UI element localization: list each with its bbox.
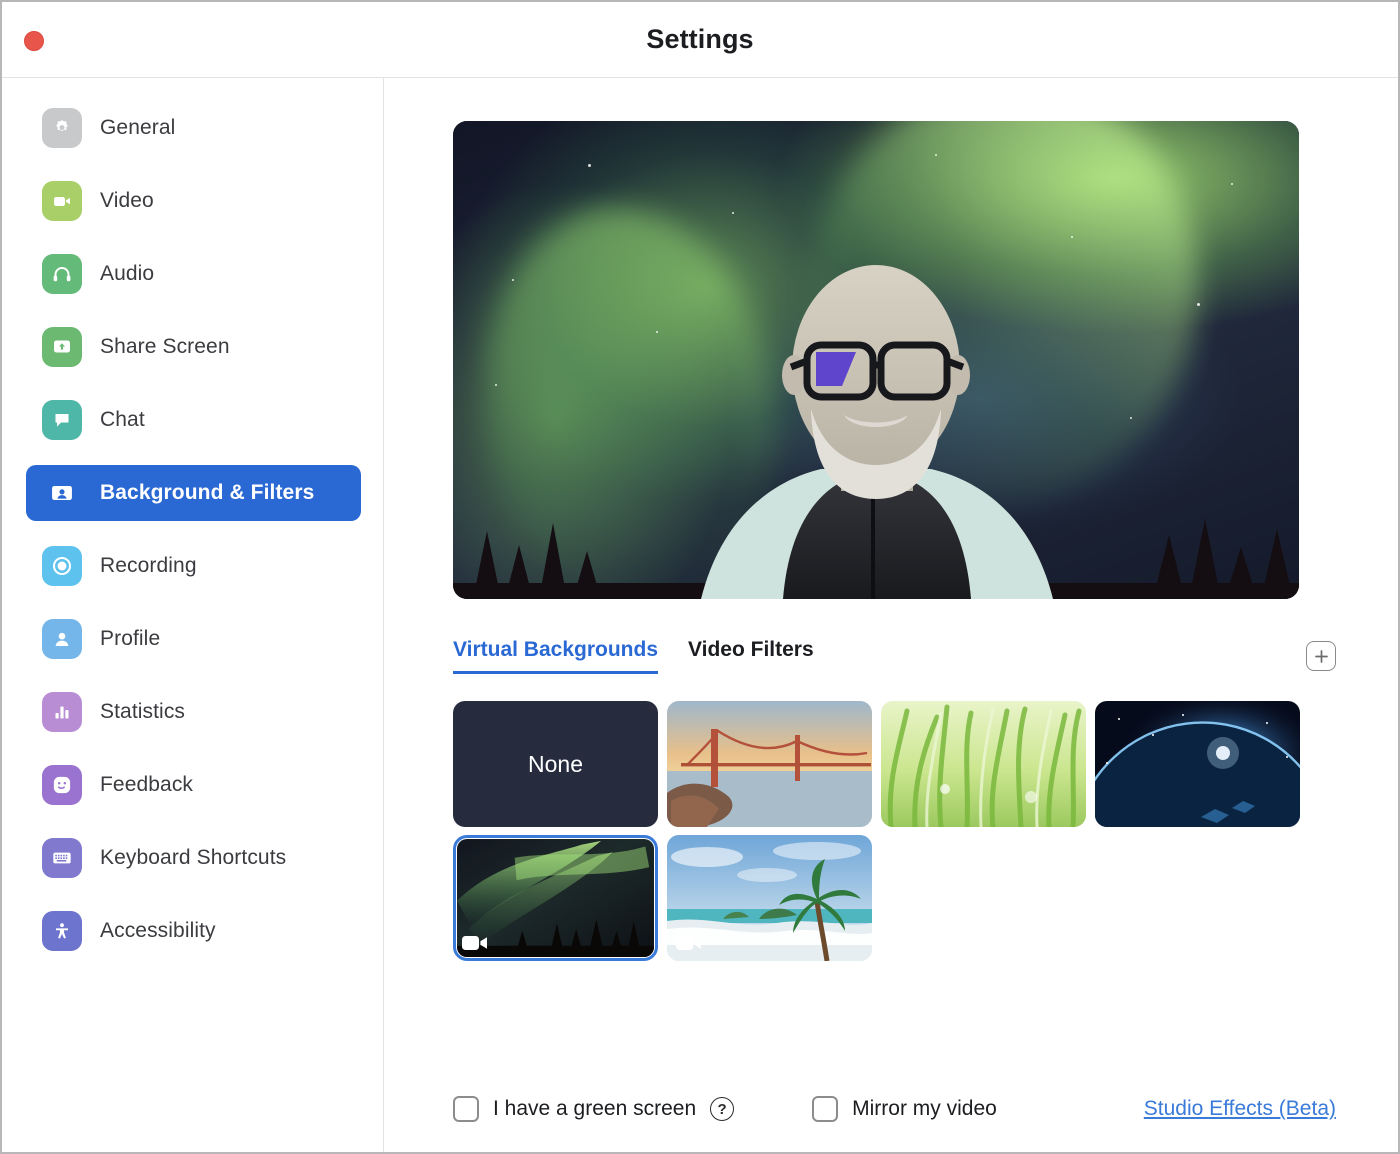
sidebar-item-profile[interactable]: Profile bbox=[26, 611, 361, 667]
record-circle-icon bbox=[42, 546, 82, 586]
sidebar-item-label: Feedback bbox=[100, 773, 194, 796]
background-thumbnail-tropical-beach[interactable] bbox=[667, 835, 872, 961]
sidebar-item-accessibility[interactable]: Accessibility bbox=[26, 903, 361, 959]
sidebar-item-chat[interactable]: Chat bbox=[26, 392, 361, 448]
share-screen-icon bbox=[42, 327, 82, 367]
add-background-button[interactable] bbox=[1306, 641, 1336, 671]
green-screen-option[interactable]: I have a green screen ? bbox=[453, 1096, 735, 1122]
sidebar-item-label: Audio bbox=[100, 262, 155, 285]
gear-icon bbox=[42, 108, 82, 148]
keyboard-icon bbox=[42, 838, 82, 878]
sidebar-item-feedback[interactable]: Feedback bbox=[26, 757, 361, 813]
sidebar-item-video[interactable]: Video bbox=[26, 173, 361, 229]
background-tabs: Virtual Backgrounds Video Filters bbox=[384, 638, 1398, 674]
background-thumbnail-label: None bbox=[528, 750, 583, 777]
earth-from-space-image bbox=[1095, 701, 1300, 827]
video-background-badge-icon bbox=[676, 934, 702, 952]
sidebar-item-keyboard-shortcuts[interactable]: Keyboard Shortcuts bbox=[26, 830, 361, 886]
sidebar-item-label: General bbox=[100, 116, 176, 139]
settings-window: Settings General Video Audio Share Scree… bbox=[0, 0, 1400, 1154]
studio-effects-link[interactable]: Studio Effects (Beta) bbox=[1144, 1097, 1336, 1121]
sidebar-item-label: Keyboard Shortcuts bbox=[100, 846, 287, 869]
title-bar: Settings bbox=[2, 2, 1398, 78]
help-icon[interactable]: ? bbox=[710, 1097, 735, 1121]
sidebar-item-recording[interactable]: Recording bbox=[26, 538, 361, 594]
smiley-face-icon bbox=[42, 765, 82, 805]
sidebar-item-general[interactable]: General bbox=[26, 100, 361, 156]
background-thumbnail-grass[interactable] bbox=[881, 701, 1086, 827]
sidebar-item-label: Background & Filters bbox=[100, 481, 315, 504]
person-card-icon bbox=[42, 473, 82, 513]
mirror-video-label: Mirror my video bbox=[852, 1097, 997, 1120]
sidebar-item-label: Recording bbox=[100, 554, 197, 577]
bar-chart-icon bbox=[42, 692, 82, 732]
mirror-video-option[interactable]: Mirror my video bbox=[812, 1096, 997, 1122]
sidebar-item-statistics[interactable]: Statistics bbox=[26, 684, 361, 740]
video-background-badge-icon bbox=[462, 934, 488, 952]
sidebar-item-share-screen[interactable]: Share Screen bbox=[26, 319, 361, 375]
page-title: Settings bbox=[646, 24, 754, 54]
background-filters-panel: Virtual Backgrounds Video Filters None I… bbox=[384, 78, 1398, 1152]
video-camera-icon bbox=[42, 181, 82, 221]
person-video-feed bbox=[701, 265, 1053, 599]
settings-sidebar: General Video Audio Share Screen Chat Ba… bbox=[2, 78, 384, 1152]
tab-video-filters[interactable]: Video Filters bbox=[688, 638, 814, 674]
sidebar-item-label: Accessibility bbox=[100, 919, 216, 942]
background-thumbnail-none[interactable]: None bbox=[453, 701, 658, 827]
person-icon bbox=[42, 619, 82, 659]
sidebar-item-label: Statistics bbox=[100, 700, 186, 723]
mirror-video-checkbox[interactable] bbox=[812, 1096, 839, 1122]
sidebar-item-label: Profile bbox=[100, 627, 161, 650]
video-preview bbox=[453, 121, 1299, 599]
background-thumbnail-golden-gate-bridge[interactable] bbox=[667, 701, 872, 827]
background-thumbnail-aurora-borealis[interactable] bbox=[453, 835, 658, 961]
chat-bubble-icon bbox=[42, 400, 82, 440]
background-thumbnail-grid: None bbox=[384, 701, 1300, 961]
golden-gate-bridge-image bbox=[667, 701, 872, 827]
background-thumbnail-earth-from-space[interactable] bbox=[1095, 701, 1300, 827]
panel-footer: I have a green screen ? Mirror my video … bbox=[384, 1096, 1398, 1122]
accessibility-icon bbox=[42, 911, 82, 951]
sidebar-item-background-and-filters[interactable]: Background & Filters bbox=[26, 465, 361, 521]
tab-virtual-backgrounds[interactable]: Virtual Backgrounds bbox=[453, 638, 658, 674]
close-window-button[interactable] bbox=[24, 31, 44, 51]
sidebar-item-audio[interactable]: Audio bbox=[26, 246, 361, 302]
sidebar-item-label: Video bbox=[100, 189, 154, 212]
window-body: General Video Audio Share Screen Chat Ba… bbox=[2, 78, 1398, 1152]
green-screen-checkbox[interactable] bbox=[453, 1096, 479, 1122]
sidebar-item-label: Share Screen bbox=[100, 335, 230, 358]
headphones-icon bbox=[42, 254, 82, 294]
green-screen-label: I have a green screen bbox=[493, 1097, 697, 1120]
grass-image bbox=[881, 701, 1086, 827]
sidebar-item-label: Chat bbox=[100, 408, 145, 431]
